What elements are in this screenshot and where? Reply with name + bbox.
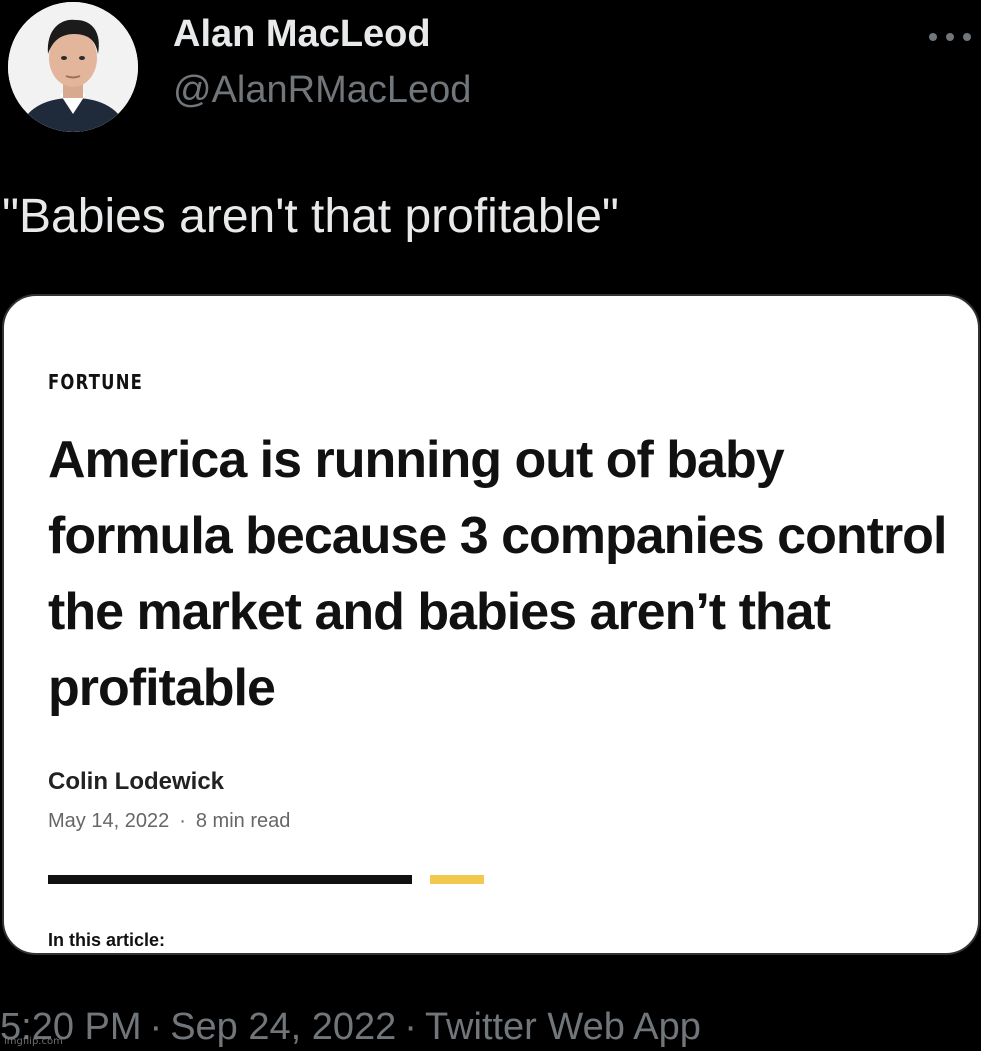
publication-logo: FORTUNE bbox=[48, 370, 144, 394]
divider-bar bbox=[48, 875, 412, 884]
tweet-date[interactable]: Sep 24, 2022 bbox=[170, 1006, 396, 1048]
more-horizontal-icon[interactable] bbox=[927, 24, 975, 48]
timestamp-separator: · bbox=[149, 1006, 163, 1048]
meta-separator: · bbox=[179, 810, 186, 832]
user-handle[interactable]: @AlanRMacLeod bbox=[173, 68, 471, 112]
tweet-text: "Babies aren't that profitable" bbox=[2, 190, 619, 243]
display-name[interactable]: Alan MacLeod bbox=[173, 12, 431, 56]
tweet-timestamp: 5:20 PM · Sep 24, 2022 · Twitter Web App bbox=[0, 1004, 701, 1050]
link-card[interactable]: FORTUNE America is running out of baby f… bbox=[2, 294, 980, 955]
tweet-client[interactable]: Twitter Web App bbox=[425, 1006, 701, 1048]
profile-photo-icon bbox=[8, 2, 138, 132]
accent-bar bbox=[430, 875, 484, 884]
avatar[interactable] bbox=[8, 2, 138, 132]
watermark: imgflip.com bbox=[4, 1036, 63, 1047]
article-headline: America is running out of baby formula b… bbox=[48, 431, 947, 717]
article-date: May 14, 2022 bbox=[48, 810, 170, 832]
timestamp-separator: · bbox=[404, 1006, 417, 1048]
article-author: Colin Lodewick bbox=[48, 768, 225, 795]
article-read-time: 8 min read bbox=[195, 810, 291, 832]
section-label: In this article: bbox=[48, 930, 166, 950]
article-meta: May 14, 2022 · 8 min read bbox=[48, 810, 290, 833]
